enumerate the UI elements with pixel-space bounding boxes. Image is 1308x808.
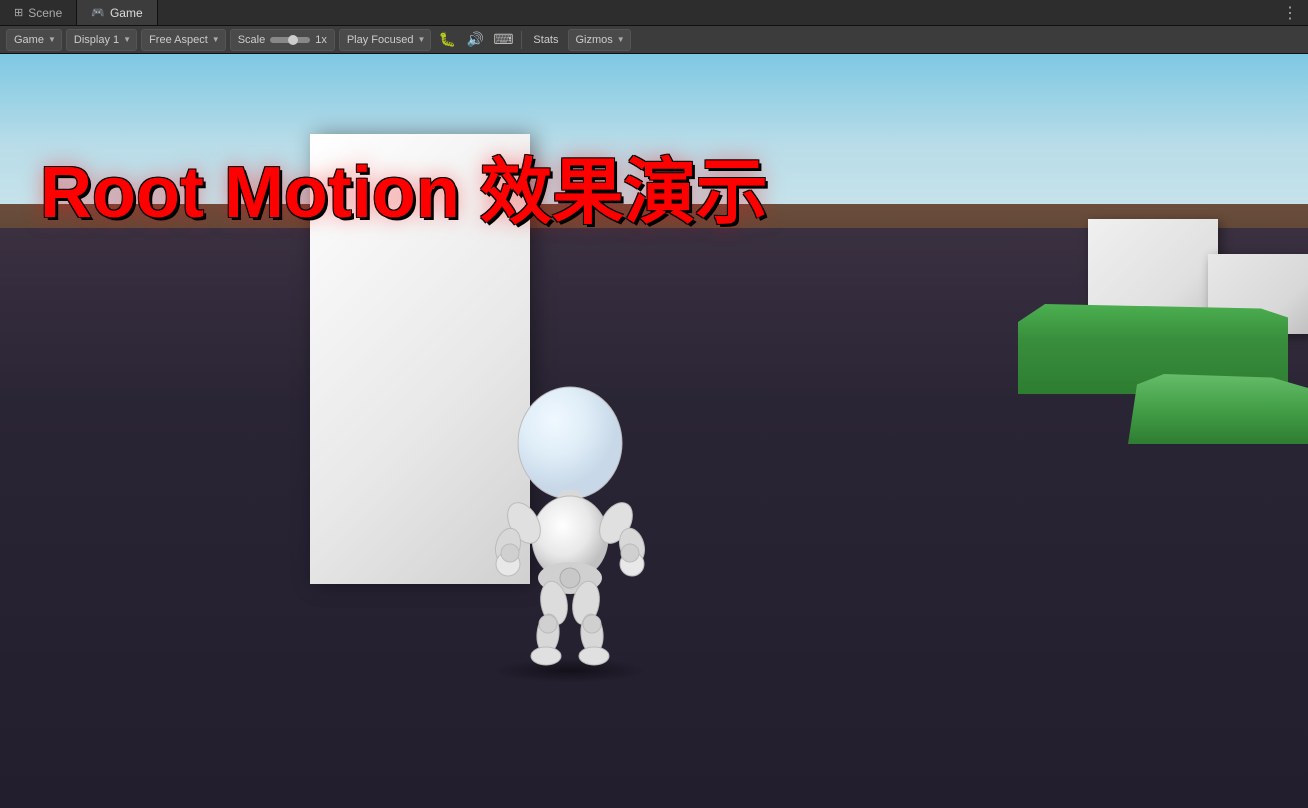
more-icon: ⋮	[1282, 3, 1298, 23]
play-focused-label: Play Focused	[347, 34, 414, 46]
stats-button[interactable]: Stats	[528, 29, 563, 51]
scale-slider[interactable]	[270, 37, 310, 43]
viewport-title: Root Motion 效果演示	[40, 154, 768, 233]
toolbar: Game ▼ Display 1 ▼ Free Aspect ▼ Scale 1…	[0, 26, 1308, 54]
scale-slider-thumb	[288, 35, 298, 45]
play-focused-chevron-icon: ▼	[418, 35, 426, 44]
keyboard-icon: ⌨	[493, 31, 513, 48]
character-svg	[480, 378, 660, 678]
stats-label: Stats	[533, 34, 558, 46]
tab-game-label: Game	[110, 6, 143, 20]
box-right-1	[1088, 219, 1218, 319]
grass-platform-2	[1128, 374, 1308, 444]
character	[480, 378, 660, 678]
aspect-chevron-icon: ▼	[212, 35, 220, 44]
toolbar-separator	[521, 31, 522, 49]
tab-scene[interactable]: ⊞ Scene	[0, 0, 77, 25]
display-dropdown[interactable]: Display 1 ▼	[66, 29, 137, 51]
tab-bar: ⊞ Scene 🎮 Game ⋮	[0, 0, 1308, 26]
game-viewport[interactable]: Root Motion 效果演示	[0, 54, 1308, 808]
tab-game[interactable]: 🎮 Game	[77, 0, 157, 25]
gizmos-chevron-icon: ▼	[617, 35, 625, 44]
scene-icon: ⊞	[14, 6, 23, 19]
audio-button[interactable]: 🔊	[463, 29, 487, 51]
scale-control[interactable]: Scale 1x	[230, 29, 335, 51]
keyboard-button[interactable]: ⌨	[491, 29, 515, 51]
game-dropdown[interactable]: Game ▼	[6, 29, 62, 51]
display-chevron-icon: ▼	[123, 35, 131, 44]
aspect-dropdown[interactable]: Free Aspect ▼	[141, 29, 226, 51]
bug-icon: 🐛	[439, 31, 456, 48]
audio-icon: 🔊	[467, 31, 484, 48]
game-icon: 🎮	[91, 6, 105, 19]
scale-value: 1x	[315, 34, 327, 46]
scale-label: Scale	[238, 34, 266, 46]
display-label: Display 1	[74, 34, 119, 46]
game-label: Game	[14, 34, 44, 46]
gizmos-dropdown[interactable]: Gizmos ▼	[568, 29, 631, 51]
tab-more-button[interactable]: ⋮	[1272, 0, 1308, 25]
play-focused-dropdown[interactable]: Play Focused ▼	[339, 29, 432, 51]
game-chevron-icon: ▼	[48, 35, 56, 44]
bug-button[interactable]: 🐛	[435, 29, 459, 51]
aspect-label: Free Aspect	[149, 34, 208, 46]
gizmos-label: Gizmos	[576, 34, 613, 46]
tab-scene-label: Scene	[28, 6, 62, 20]
